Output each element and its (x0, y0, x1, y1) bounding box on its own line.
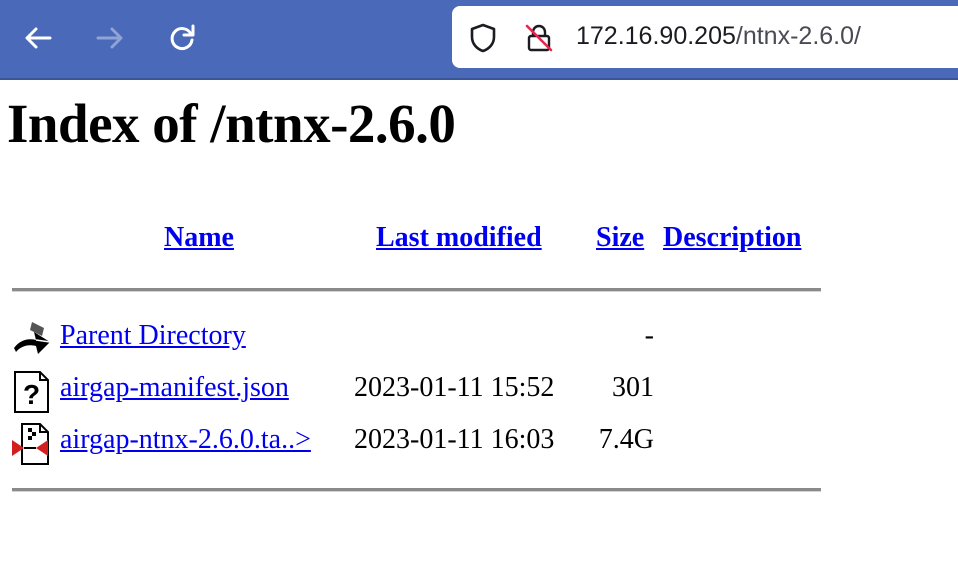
divider (12, 488, 821, 492)
column-header-description[interactable]: Description (663, 222, 801, 254)
file-size: 7.4G (598, 424, 654, 455)
url-text[interactable]: 172.16.90.205/ntnx-2.6.0/ (576, 22, 861, 51)
svg-text:?: ? (23, 379, 40, 410)
compressed-file-icon (12, 422, 52, 466)
parent-directory-icon (12, 318, 52, 362)
file-link[interactable]: airgap-ntnx-2.6.0.ta..> (60, 424, 311, 456)
column-header-last-modified[interactable]: Last modified (376, 222, 542, 254)
file-modified: 2023-01-11 15:52 (354, 372, 555, 403)
file-link[interactable]: Parent Directory (60, 320, 246, 352)
table-row: ? airgap-manifest.json 2023-01-11 15:52 … (12, 370, 832, 418)
url-host: 172.16.90.205 (576, 22, 736, 50)
page-title: Index of /ntnx-2.6.0 (7, 93, 456, 154)
browser-toolbar: 172.16.90.205/ntnx-2.6.0/ (0, 0, 958, 80)
reload-icon[interactable] (164, 20, 200, 56)
table-row: Parent Directory - (12, 318, 832, 366)
address-bar[interactable]: 172.16.90.205/ntnx-2.6.0/ (452, 6, 958, 68)
forward-arrow-icon[interactable] (92, 20, 128, 56)
unknown-file-icon: ? (12, 370, 52, 414)
file-link[interactable]: airgap-manifest.json (60, 372, 289, 404)
insecure-lock-icon[interactable] (524, 23, 554, 53)
file-size: - (644, 320, 654, 351)
column-header-name[interactable]: Name (164, 222, 234, 254)
divider (12, 288, 821, 292)
url-path: /ntnx-2.6.0/ (735, 22, 861, 50)
shield-icon[interactable] (468, 23, 498, 53)
table-row: airgap-ntnx-2.6.0.ta..> 2023-01-11 16:03… (12, 422, 832, 470)
file-size: 301 (612, 372, 654, 403)
file-modified: 2023-01-11 16:03 (354, 424, 555, 455)
back-arrow-icon[interactable] (20, 20, 56, 56)
column-header-size[interactable]: Size (596, 222, 644, 254)
